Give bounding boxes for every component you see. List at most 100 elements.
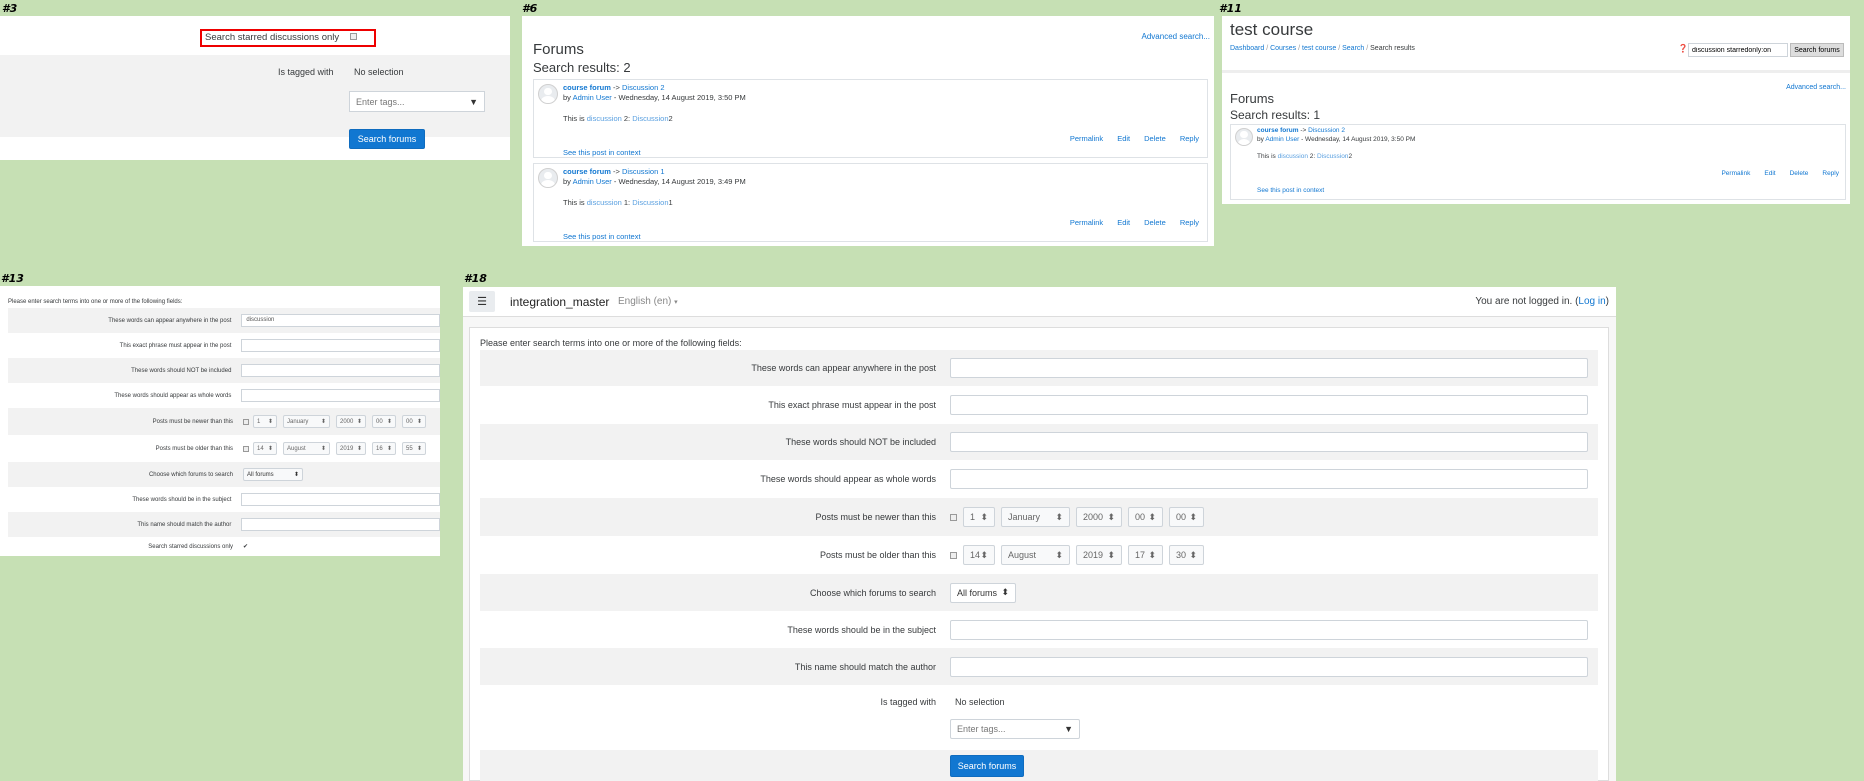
older-month-select[interactable]: August ⬍ [1001, 545, 1070, 565]
breadcrumb-courses[interactable]: Courses [1270, 45, 1296, 52]
older-year-select[interactable]: 2019 ⬍ [1076, 545, 1122, 565]
post-author-link[interactable]: Admin User [1265, 136, 1299, 143]
form-row-whole-words: These words should appear as whole words [480, 460, 1598, 498]
subject-input[interactable] [950, 619, 1588, 640]
exact-phrase-input[interactable] [950, 395, 1588, 415]
older-day-select[interactable]: 14 ⬍ [963, 545, 995, 565]
post-forum-link[interactable]: course forum [563, 167, 611, 176]
author-label: This name should match the author [794, 661, 936, 672]
edit-link[interactable]: Edit [1117, 134, 1130, 143]
panel-13: Please enter search terms into one or mo… [0, 286, 440, 556]
post-discussion-link[interactable]: Discussion 1 [622, 167, 665, 176]
advanced-search-link[interactable]: Advanced search... [1786, 84, 1846, 91]
exact-phrase-input[interactable] [241, 339, 440, 352]
hamburger-button[interactable]: ☰ [469, 291, 495, 312]
post-commands: Permalink Edit Delete Reply [1056, 218, 1199, 227]
forums-select[interactable]: All forums ⬍ [950, 582, 1016, 603]
older-enable-checkbox[interactable] [950, 551, 957, 559]
older-minute-select[interactable]: 55 ⬍ [402, 442, 426, 455]
advanced-search-link[interactable]: Advanced search... [1142, 32, 1210, 41]
not-included-input[interactable] [241, 364, 440, 377]
delete-link[interactable]: Delete [1790, 170, 1809, 177]
whole-words-input[interactable] [950, 469, 1588, 489]
not-included-input[interactable] [950, 432, 1588, 452]
newer-day-select[interactable]: 1 ⬍ [963, 507, 995, 527]
breadcrumb-dashboard[interactable]: Dashboard [1230, 45, 1264, 52]
post-forum-link[interactable]: course forum [1257, 127, 1299, 134]
form-row-submit: Search forums [480, 750, 1598, 781]
see-in-context-link[interactable]: See this post in context [1257, 187, 1324, 194]
reply-link[interactable]: Reply [1180, 218, 1199, 227]
newer-minute-select[interactable]: 00 ⬍ [1169, 507, 1204, 527]
whole-words-input[interactable] [241, 389, 440, 402]
edit-link[interactable]: Edit [1117, 218, 1130, 227]
author-input[interactable] [241, 518, 440, 531]
see-in-context-link[interactable]: See this post in context [563, 148, 641, 157]
newer-day-select[interactable]: 1 ⬍ [253, 415, 277, 428]
subject-input[interactable] [241, 493, 440, 506]
select-arrows-icon: ⬍ [267, 446, 273, 452]
permalink-link[interactable]: Permalink [1721, 170, 1750, 177]
exact-phrase-label: This exact phrase must appear in the pos… [768, 400, 936, 410]
post-forum-link[interactable]: course forum [563, 83, 611, 92]
form-row-choose-forums: Choose which forums to search All forums… [8, 462, 440, 487]
reply-link[interactable]: Reply [1180, 134, 1199, 143]
older-enable-checkbox[interactable] [243, 445, 249, 452]
older-month-select[interactable]: August ⬍ [283, 442, 330, 455]
form-row-subject: These words should be in the subject [480, 611, 1598, 648]
newer-enable-checkbox[interactable] [950, 513, 957, 521]
post-discussion-link[interactable]: Discussion 2 [622, 83, 665, 92]
newer-month-select[interactable]: January ⬍ [283, 415, 330, 428]
help-icon[interactable]: ❓ [1678, 44, 1688, 53]
intro-text: Please enter search terms into one or mo… [480, 338, 742, 348]
search-forums-button[interactable]: Search forums [1790, 43, 1844, 57]
post-discussion-link[interactable]: Discussion 2 [1308, 127, 1345, 134]
reply-link[interactable]: Reply [1822, 170, 1839, 177]
permalink-link[interactable]: Permalink [1070, 134, 1103, 143]
site-name[interactable]: integration_master [510, 295, 609, 309]
delete-link[interactable]: Delete [1144, 218, 1166, 227]
breadcrumb-course[interactable]: test course [1302, 45, 1336, 52]
author-label: This name should match the author [137, 521, 232, 528]
see-in-context-link[interactable]: See this post in context [563, 232, 641, 241]
tags-select[interactable]: Enter tags... ▼ [349, 91, 485, 112]
intro-text: Please enter search terms into one or mo… [8, 299, 183, 305]
newer-minute-select[interactable]: 00 ⬍ [402, 415, 426, 428]
starred-checkbox[interactable] [350, 33, 357, 40]
login-link[interactable]: Log in [1578, 296, 1605, 307]
author-input[interactable] [950, 656, 1588, 677]
older-year-select[interactable]: 2019 ⬍ [336, 442, 366, 455]
starred-checkbox-checked[interactable]: ✔ [243, 543, 248, 550]
delete-link[interactable]: Delete [1144, 134, 1166, 143]
words-anywhere-input[interactable]: discussion [241, 314, 440, 327]
words-anywhere-input[interactable] [950, 358, 1588, 378]
post-author-link[interactable]: Admin User [573, 177, 612, 186]
newer-month-select[interactable]: January ⬍ [1001, 507, 1070, 527]
form-row-older: Posts must be older than this 14 ⬍ August… [8, 435, 440, 462]
no-selection-text: No selection [354, 67, 404, 77]
search-forums-button[interactable]: Search forums [349, 129, 425, 149]
newer-hour-select[interactable]: 00 ⬍ [372, 415, 396, 428]
form-row-exact-phrase: This exact phrase must appear in the pos… [8, 333, 440, 358]
permalink-link[interactable]: Permalink [1070, 218, 1103, 227]
search-input[interactable] [1688, 43, 1788, 57]
panel-6: Advanced search... Forums Search results… [522, 16, 1214, 246]
language-menu[interactable]: English (en) ▾ [618, 296, 678, 307]
newer-year-select[interactable]: 2000 ⬍ [336, 415, 366, 428]
forums-select[interactable]: All forums ⬍ [243, 468, 303, 481]
tags-select[interactable]: Enter tags... ▼ [950, 719, 1080, 739]
breadcrumb-search[interactable]: Search [1342, 45, 1364, 52]
whole-words-label: These words should appear as whole words [760, 474, 936, 484]
select-arrows-icon: ⬍ [267, 419, 273, 425]
older-hour-select[interactable]: 16 ⬍ [372, 442, 396, 455]
post-author-link[interactable]: Admin User [573, 93, 612, 102]
newer-hour-select[interactable]: 00 ⬍ [1128, 507, 1163, 527]
newer-enable-checkbox[interactable] [243, 418, 249, 425]
post-body: This is discussion 2: Discussion2 [1257, 153, 1353, 160]
older-hour-select[interactable]: 17 ⬍ [1128, 545, 1163, 565]
edit-link[interactable]: Edit [1764, 170, 1775, 177]
older-day-select[interactable]: 14 ⬍ [253, 442, 277, 455]
search-forums-button[interactable]: Search forums [950, 755, 1024, 777]
newer-year-select[interactable]: 2000 ⬍ [1076, 507, 1122, 527]
older-minute-select[interactable]: 30 ⬍ [1169, 545, 1204, 565]
